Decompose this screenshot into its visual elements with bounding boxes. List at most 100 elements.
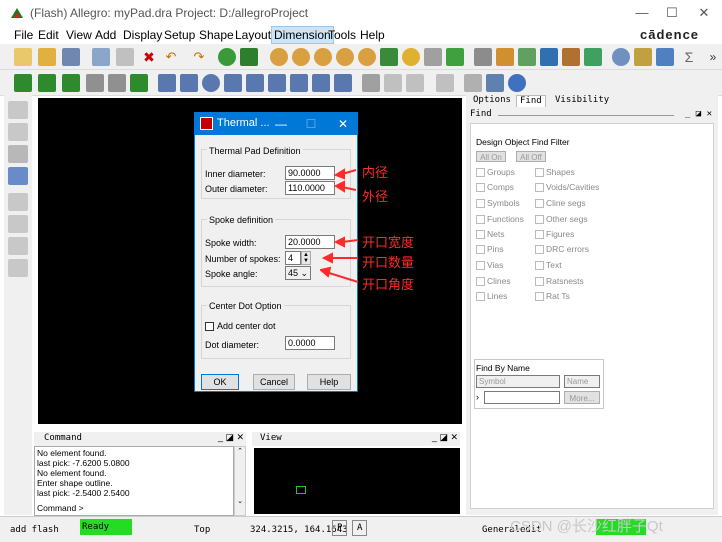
filter-checkbox[interactable] — [535, 183, 544, 192]
console-scrollbar[interactable]: ⌃ ⌄ — [234, 446, 246, 516]
add-rect-icon[interactable] — [8, 215, 28, 233]
void-circle-icon[interactable] — [290, 74, 308, 92]
filter-checkbox[interactable] — [535, 199, 544, 208]
select-shape-icon[interactable] — [224, 74, 242, 92]
shape-add-icon[interactable] — [158, 74, 176, 92]
tab-find[interactable]: Find — [516, 95, 546, 107]
filter-checkbox[interactable] — [476, 292, 485, 301]
delay-tune-icon[interactable] — [8, 167, 28, 185]
filter-checkbox[interactable] — [535, 245, 544, 254]
add-center-dot-checkbox[interactable] — [205, 322, 214, 331]
symbol-select[interactable]: Symbol — [476, 375, 560, 388]
dialog-minimize-button[interactable]: — — [271, 115, 291, 133]
world-view[interactable] — [254, 448, 460, 514]
add-text-icon[interactable] — [8, 237, 28, 255]
copy-view-icon[interactable] — [464, 74, 482, 92]
sigma-icon[interactable]: Σ — [680, 48, 698, 66]
find-name-input[interactable] — [484, 391, 560, 404]
move-icon[interactable] — [92, 48, 110, 66]
menu-help[interactable]: Help — [360, 28, 385, 42]
maximize-button[interactable]: ☐ — [660, 4, 684, 22]
layer-green-1-icon[interactable] — [14, 74, 32, 92]
command-prompt[interactable]: Command > — [37, 503, 84, 513]
filter-checkbox[interactable] — [476, 245, 485, 254]
zoom-out-icon[interactable] — [336, 48, 354, 66]
copy-icon[interactable] — [116, 48, 134, 66]
menu-file[interactable]: File — [14, 28, 33, 42]
pin-icon[interactable] — [218, 48, 236, 66]
cancel-button[interactable]: Cancel — [253, 374, 295, 390]
filter-checkbox[interactable] — [476, 183, 485, 192]
filter-checkbox[interactable] — [476, 277, 485, 286]
filter-checkbox[interactable] — [476, 215, 485, 224]
delete-icon[interactable]: ✖ — [140, 48, 158, 66]
dialog-close-button[interactable]: ✕ — [333, 115, 353, 133]
rect-add-icon[interactable] — [180, 74, 198, 92]
color-icon[interactable] — [496, 48, 514, 66]
save-icon[interactable] — [62, 48, 80, 66]
measure-icon[interactable] — [656, 48, 674, 66]
layer-gray-1-icon[interactable] — [86, 74, 104, 92]
layers-icon[interactable] — [518, 48, 536, 66]
drc-icon[interactable] — [584, 48, 602, 66]
filter-checkbox[interactable] — [535, 277, 544, 286]
void-rect-icon[interactable] — [268, 74, 286, 92]
grid-snap-icon[interactable] — [8, 123, 28, 141]
slide-icon[interactable] — [8, 145, 28, 163]
add-line-icon[interactable] — [8, 193, 28, 211]
pane-window-controls[interactable]: _ ◪ ✕ — [685, 109, 712, 119]
all-off-button[interactable]: All Off — [516, 151, 546, 162]
status-active-layer[interactable]: Top — [194, 525, 210, 535]
menu-layout[interactable]: Layout — [235, 28, 271, 42]
pane-window-controls[interactable]: _ ◪ ✕ — [432, 432, 458, 443]
unpin-icon[interactable] — [240, 48, 258, 66]
spoke-count-spinner[interactable]: ▲ ▼ — [301, 251, 311, 265]
status-p-button[interactable]: P — [332, 520, 348, 536]
filter-checkbox[interactable] — [535, 215, 544, 224]
menu-add[interactable]: Add — [95, 28, 116, 42]
new-file-icon[interactable] — [14, 48, 32, 66]
menu-edit[interactable]: Edit — [38, 28, 59, 42]
undo-icon[interactable]: ↶ — [162, 48, 180, 66]
redraw-icon[interactable] — [380, 48, 398, 66]
3d-view-icon[interactable] — [402, 48, 420, 66]
dimension-icon[interactable] — [362, 74, 380, 92]
route-icon[interactable] — [8, 101, 28, 119]
report-icon[interactable] — [634, 48, 652, 66]
flip-icon[interactable] — [446, 48, 464, 66]
ok-button[interactable]: OK — [201, 374, 239, 390]
camera-icon[interactable] — [436, 74, 454, 92]
filter-checkbox[interactable] — [476, 261, 485, 270]
toolbar-overflow-icon[interactable]: » — [704, 48, 722, 66]
redo-icon[interactable]: ↷ — [190, 48, 208, 66]
zoom-fit-icon[interactable] — [292, 48, 310, 66]
close-button[interactable]: ✕ — [692, 4, 716, 22]
layer-gray-2-icon[interactable] — [108, 74, 126, 92]
filter-checkbox[interactable] — [535, 168, 544, 177]
spoke-angle-select[interactable]: 45 ⌄ — [285, 266, 311, 280]
status-a-button[interactable]: A — [352, 520, 368, 536]
layer-green-3-icon[interactable] — [62, 74, 80, 92]
menu-display[interactable]: Display — [123, 28, 162, 42]
filter-checkbox[interactable] — [535, 230, 544, 239]
zoom-in-icon[interactable] — [314, 48, 332, 66]
help-icon[interactable] — [508, 74, 526, 92]
layer-green-2-icon[interactable] — [38, 74, 56, 92]
filter-checkbox[interactable] — [476, 230, 485, 239]
grid-icon[interactable] — [474, 48, 492, 66]
shadow-icon[interactable] — [424, 48, 442, 66]
view-window-indicator[interactable] — [296, 486, 306, 494]
info-icon[interactable] — [612, 48, 630, 66]
zoom-points-icon[interactable] — [270, 48, 288, 66]
spoke-count-input[interactable]: 4 — [285, 251, 301, 265]
dimension-linear-icon[interactable] — [384, 74, 402, 92]
dot-diameter-input[interactable]: 0.0000 — [285, 336, 335, 350]
menu-tools[interactable]: Tools — [328, 28, 356, 42]
constraint-icon[interactable] — [540, 48, 558, 66]
zoom-previous-icon[interactable] — [358, 48, 376, 66]
filter-checkbox[interactable] — [476, 199, 485, 208]
name-select[interactable]: Name — [564, 375, 600, 388]
circle-add-icon[interactable] — [202, 74, 220, 92]
pane-window-controls[interactable]: _ ◪ ✕ — [218, 432, 244, 443]
filter-checkbox[interactable] — [535, 292, 544, 301]
